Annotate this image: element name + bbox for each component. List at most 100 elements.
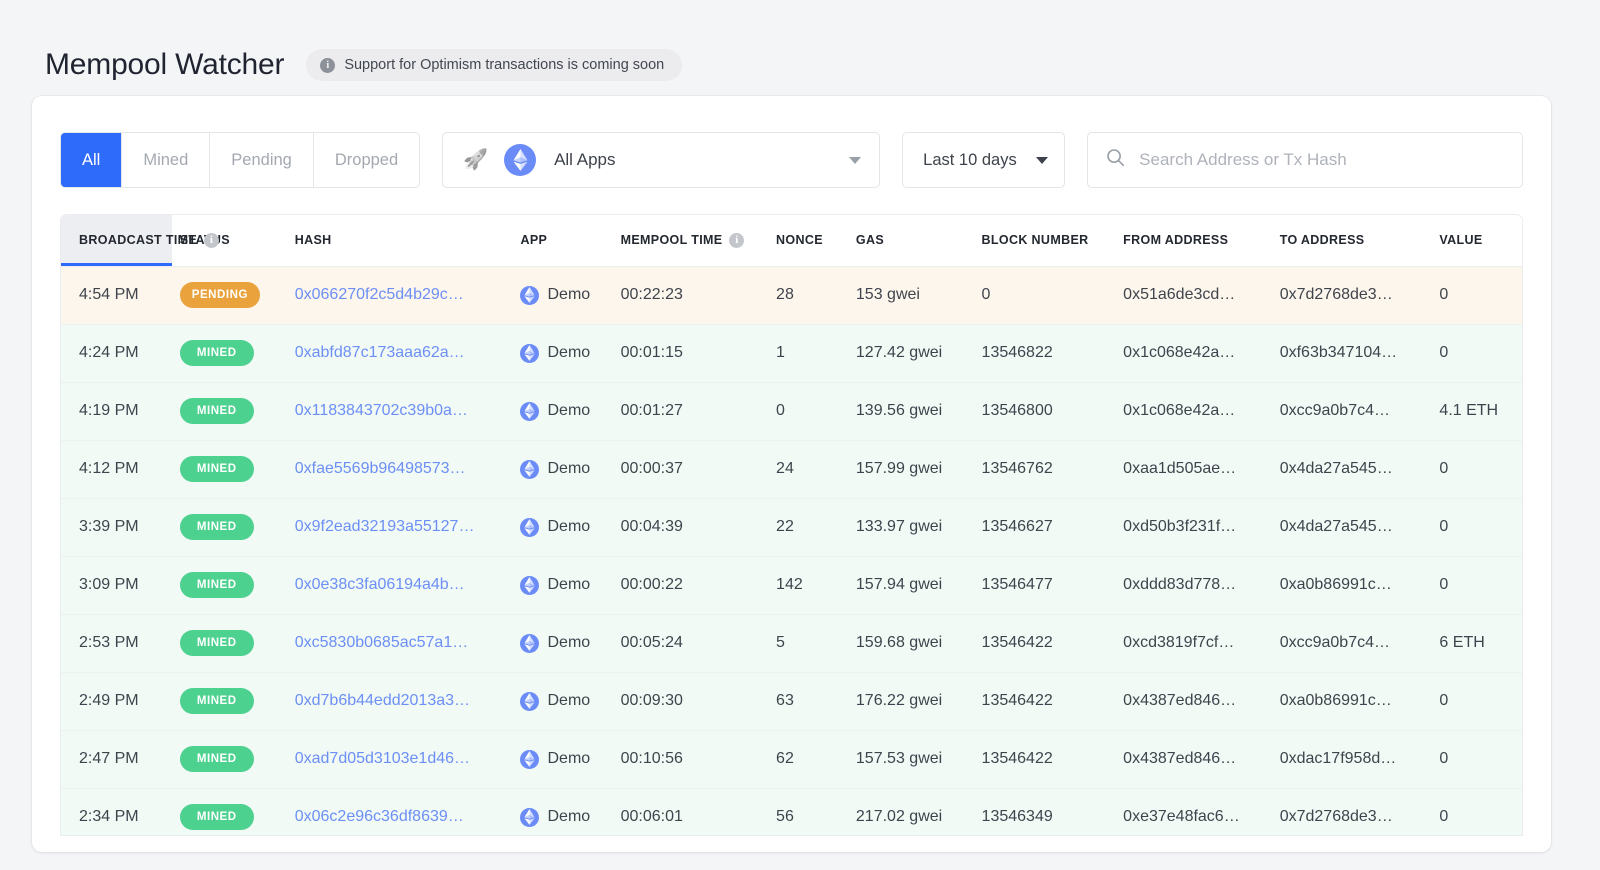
cell-block-number: 13546762 — [974, 440, 1116, 498]
app-name: Demo — [547, 576, 590, 594]
cell-value: 0 — [1431, 788, 1522, 836]
cell-value: 0 — [1431, 556, 1522, 614]
cell-app: Demo — [512, 382, 612, 440]
status-filter-mined[interactable]: Mined — [122, 133, 210, 187]
page-header: Mempool Watcher i Support for Optimism t… — [0, 0, 1600, 96]
col-header-label: MEMPOOL TIME — [621, 233, 723, 247]
ethereum-icon — [520, 344, 539, 363]
cell-block-number: 13546349 — [974, 788, 1116, 836]
status-filter-dropped[interactable]: Dropped — [314, 133, 419, 187]
col-header-value[interactable]: VALUE — [1431, 215, 1522, 266]
cell-app: Demo — [512, 730, 612, 788]
status-badge: MINED — [180, 630, 254, 656]
col-header-broadcast-time[interactable]: BROADCAST TIME i — [61, 215, 172, 266]
cell-gas: 176.22 gwei — [848, 672, 974, 730]
cell-gas: 217.02 gwei — [848, 788, 974, 836]
hash-link[interactable]: 0xabfd87c173aaa62a… — [295, 344, 465, 361]
table-row[interactable]: 4:24 PMMINED0xabfd87c173aaa62a…Demo00:01… — [61, 324, 1522, 382]
status-filter-all[interactable]: All — [61, 133, 122, 187]
hash-link[interactable]: 0xad7d05d3103e1d46… — [295, 750, 470, 767]
search-box[interactable] — [1087, 132, 1523, 188]
table-head: BROADCAST TIME i STATUS HASH APP MEMPOOL… — [61, 215, 1522, 266]
cell-mempool-time: 00:00:22 — [613, 556, 768, 614]
cell-mempool-time: 00:04:39 — [613, 498, 768, 556]
col-header-block-number[interactable]: BLOCK NUMBER — [974, 215, 1116, 266]
table-row[interactable]: 2:49 PMMINED0xd7b6b44edd2013a3…Demo00:09… — [61, 672, 1522, 730]
status-filter-pending[interactable]: Pending — [210, 133, 314, 187]
info-icon[interactable]: i — [729, 233, 744, 248]
hash-link[interactable]: 0xfae5569b96498573… — [295, 460, 466, 477]
hash-link[interactable]: 0x06c2e96c36df8639… — [295, 808, 464, 825]
cell-app: Demo — [512, 324, 612, 382]
cell-app: Demo — [512, 672, 612, 730]
table-row[interactable]: 3:09 PMMINED0x0e38c3fa06194a4b…Demo00:00… — [61, 556, 1522, 614]
app-name: Demo — [547, 634, 590, 652]
cell-hash: 0x066270f2c5d4b29c… — [287, 266, 513, 324]
hash-link[interactable]: 0x9f2ead32193a55127… — [295, 518, 475, 535]
cell-block-number: 13546477 — [974, 556, 1116, 614]
cell-to-address: 0xcc9a0b7c4… — [1272, 614, 1432, 672]
cell-mempool-time: 00:05:24 — [613, 614, 768, 672]
table-row[interactable]: 2:47 PMMINED0xad7d05d3103e1d46…Demo00:10… — [61, 730, 1522, 788]
status-badge: MINED — [180, 456, 254, 482]
cell-block-number: 13546800 — [974, 382, 1116, 440]
cell-gas: 157.99 gwei — [848, 440, 974, 498]
status-badge: PENDING — [180, 282, 260, 308]
transactions-table: BROADCAST TIME i STATUS HASH APP MEMPOOL… — [61, 215, 1522, 836]
cell-app: Demo — [512, 498, 612, 556]
chevron-down-icon — [1036, 157, 1048, 164]
cell-gas: 153 gwei — [848, 266, 974, 324]
info-icon[interactable]: i — [204, 233, 219, 248]
table-row[interactable]: 2:53 PMMINED0xc5830b0685ac57a1…Demo00:05… — [61, 614, 1522, 672]
cell-gas: 159.68 gwei — [848, 614, 974, 672]
table-row[interactable]: 3:39 PMMINED0x9f2ead32193a55127…Demo00:0… — [61, 498, 1522, 556]
hash-link[interactable]: 0x0e38c3fa06194a4b… — [295, 576, 465, 593]
ethereum-icon — [520, 808, 539, 827]
hash-link[interactable]: 0x066270f2c5d4b29c… — [295, 286, 464, 303]
cell-to-address: 0x4da27a545… — [1272, 498, 1432, 556]
status-badge: MINED — [180, 514, 254, 540]
cell-block-number: 13546822 — [974, 324, 1116, 382]
col-header-to-address[interactable]: TO ADDRESS — [1272, 215, 1432, 266]
cell-hash: 0xad7d05d3103e1d46… — [287, 730, 513, 788]
cell-status: MINED — [172, 498, 287, 556]
col-header-nonce[interactable]: NONCE — [768, 215, 848, 266]
cell-broadcast-time: 2:34 PM — [61, 788, 172, 836]
table-row[interactable]: 4:19 PMMINED0x1183843702c39b0a…Demo00:01… — [61, 382, 1522, 440]
cell-mempool-time: 00:01:27 — [613, 382, 768, 440]
col-header-mempool-time[interactable]: MEMPOOL TIME i — [613, 215, 768, 266]
col-header-hash[interactable]: HASH — [287, 215, 513, 266]
ethereum-icon — [520, 634, 539, 653]
cell-status: MINED — [172, 324, 287, 382]
apps-select[interactable]: 🚀 All Apps — [442, 132, 880, 188]
cell-value: 0 — [1431, 730, 1522, 788]
table-row[interactable]: 4:12 PMMINED0xfae5569b96498573…Demo00:00… — [61, 440, 1522, 498]
col-header-app[interactable]: APP — [512, 215, 612, 266]
cell-block-number: 13546422 — [974, 672, 1116, 730]
col-header-from-address[interactable]: FROM ADDRESS — [1115, 215, 1272, 266]
cell-hash: 0x06c2e96c36df8639… — [287, 788, 513, 836]
cell-gas: 127.42 gwei — [848, 324, 974, 382]
hash-link[interactable]: 0x1183843702c39b0a… — [295, 402, 468, 419]
table-row[interactable]: 4:54 PMPENDING0x066270f2c5d4b29c…Demo00:… — [61, 266, 1522, 324]
cell-status: MINED — [172, 672, 287, 730]
hash-link[interactable]: 0xd7b6b44edd2013a3… — [295, 692, 470, 709]
cell-status: MINED — [172, 382, 287, 440]
col-header-gas[interactable]: GAS — [848, 215, 974, 266]
cell-to-address: 0x4da27a545… — [1272, 440, 1432, 498]
cell-nonce: 62 — [768, 730, 848, 788]
cell-block-number: 13546422 — [974, 730, 1116, 788]
app-name: Demo — [547, 518, 590, 536]
table-row[interactable]: 2:34 PMMINED0x06c2e96c36df8639…Demo00:06… — [61, 788, 1522, 836]
page-title: Mempool Watcher — [45, 48, 284, 82]
cell-from-address: 0x4387ed846… — [1115, 730, 1272, 788]
table-body: 4:54 PMPENDING0x066270f2c5d4b29c…Demo00:… — [61, 266, 1522, 836]
search-input[interactable] — [1137, 149, 1504, 171]
date-range-select[interactable]: Last 10 days — [902, 132, 1065, 188]
cell-broadcast-time: 4:54 PM — [61, 266, 172, 324]
cell-broadcast-time: 4:12 PM — [61, 440, 172, 498]
hash-link[interactable]: 0xc5830b0685ac57a1… — [295, 634, 468, 651]
status-badge: MINED — [180, 688, 254, 714]
cell-nonce: 1 — [768, 324, 848, 382]
cell-broadcast-time: 2:47 PM — [61, 730, 172, 788]
